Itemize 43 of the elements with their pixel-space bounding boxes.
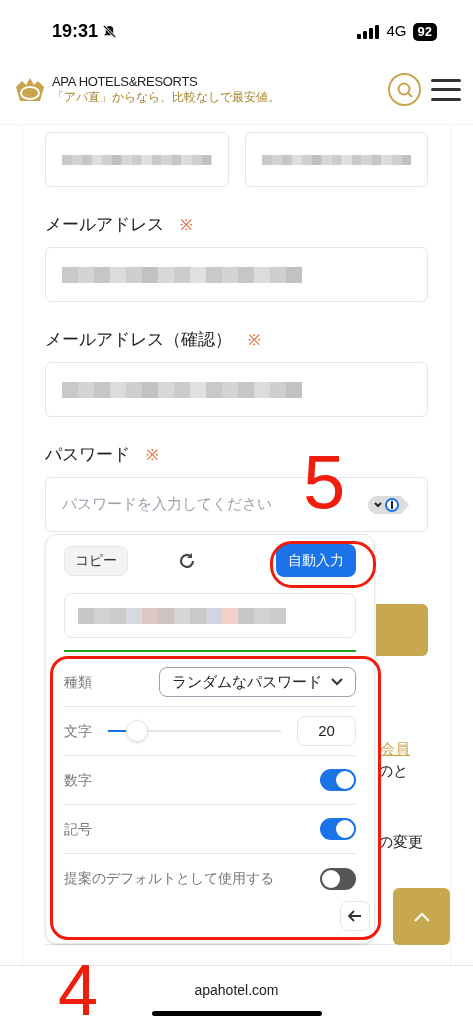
toggle-switch[interactable] xyxy=(320,867,356,890)
annotation-number: 4 xyxy=(58,956,99,1024)
field-label: パスワード xyxy=(45,444,130,467)
copy-button[interactable]: コピー xyxy=(64,545,128,576)
autofill-button[interactable]: 自動入力 xyxy=(276,544,356,577)
type-select[interactable]: ランダムなパスワード xyxy=(159,667,356,697)
menu-button[interactable] xyxy=(431,76,461,103)
back-button[interactable] xyxy=(340,901,370,931)
url-text[interactable]: apahotel.com xyxy=(194,980,279,1001)
required-mark: ※ xyxy=(146,444,159,465)
network-label: 4G xyxy=(386,21,407,42)
length-slider[interactable] xyxy=(108,719,281,743)
brand-name: APA HOTELS&RESORTS xyxy=(52,75,199,88)
generated-password-field[interactable] xyxy=(64,593,356,638)
toggle-switch[interactable] xyxy=(320,769,356,791)
setting-label: 数字 xyxy=(64,770,92,790)
setting-label: 記号 xyxy=(64,819,92,839)
chevron-up-icon xyxy=(413,911,430,922)
field-label: メールアドレス xyxy=(45,214,164,237)
text-field[interactable] xyxy=(244,132,428,187)
setting-label: 文字 xyxy=(64,721,92,741)
arrow-left-icon xyxy=(348,910,362,922)
signal-icon xyxy=(356,24,381,39)
search-icon xyxy=(395,80,414,99)
status-time: 19:31 xyxy=(52,20,99,43)
setting-label: 種類 xyxy=(64,672,92,692)
text-field[interactable] xyxy=(45,132,229,187)
password-manager-icon[interactable] xyxy=(367,493,411,516)
refresh-icon[interactable] xyxy=(178,551,196,570)
required-mark: ※ xyxy=(180,214,193,235)
text-field[interactable] xyxy=(45,362,428,417)
length-input[interactable]: 20 xyxy=(297,716,356,746)
chevron-down-icon xyxy=(331,678,343,686)
setting-label: 提案のデフォルトとして使用する xyxy=(64,869,274,888)
required-mark: ※ xyxy=(248,329,261,350)
brand-tagline: 「アパ直」からなら、比較なしで最安値。 xyxy=(52,90,280,104)
text-field[interactable] xyxy=(45,247,428,302)
field-label: メールアドレス（確認） xyxy=(45,329,232,352)
scroll-top-button[interactable] xyxy=(393,888,450,945)
toggle-switch[interactable] xyxy=(320,818,356,840)
battery-level: 92 xyxy=(412,22,437,41)
bell-slash-icon xyxy=(102,24,118,39)
search-button[interactable] xyxy=(388,73,421,106)
